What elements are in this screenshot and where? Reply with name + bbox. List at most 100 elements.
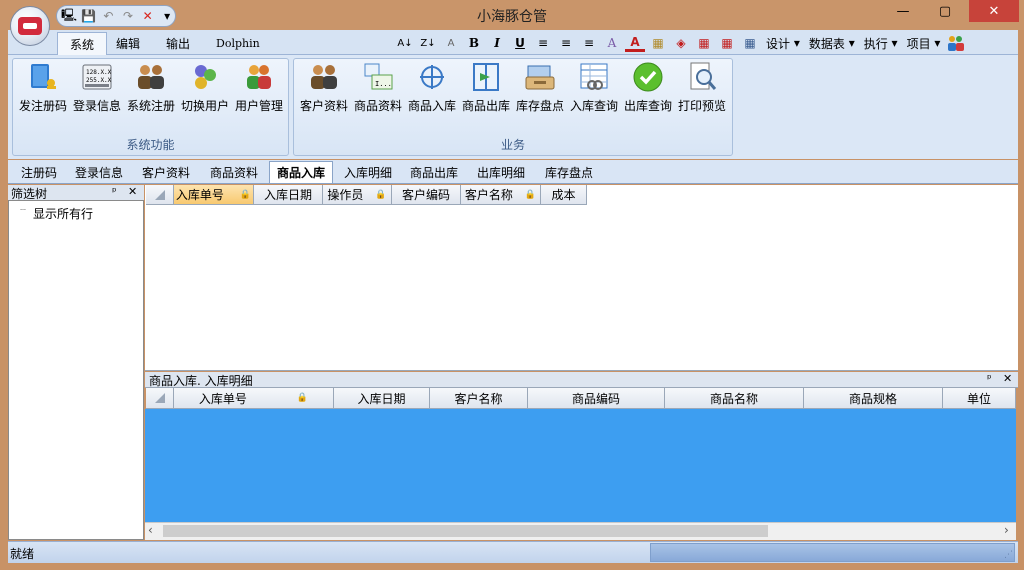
doc-tab-products[interactable]: 商品资料 bbox=[203, 161, 265, 183]
scroll-thumb[interactable] bbox=[163, 525, 768, 537]
issue-regcode-button[interactable]: 发注册码 bbox=[17, 61, 69, 119]
clear-format-icon[interactable]: A bbox=[441, 33, 461, 53]
col-operator[interactable]: 操作员 🔒 bbox=[323, 185, 392, 205]
app-logo-button[interactable] bbox=[10, 6, 50, 46]
detail-grid-corner[interactable] bbox=[146, 388, 174, 409]
system-register-label: 系统注册 bbox=[126, 99, 175, 113]
sort-asc-icon[interactable]: A↓ bbox=[395, 33, 415, 53]
system-register-button[interactable]: 系统注册 bbox=[125, 61, 177, 119]
print-preview-button[interactable]: 打印预览 bbox=[676, 61, 728, 119]
delete-icon[interactable]: ✕ bbox=[140, 7, 156, 25]
border-red-icon[interactable]: ▦ bbox=[694, 33, 714, 53]
query-out-icon bbox=[632, 61, 664, 93]
quick-access-toolbar: 🖳 💾 ↶ ↷ ✕ ▾ bbox=[56, 5, 176, 27]
fill-color-icon[interactable]: ◈ bbox=[671, 33, 691, 53]
tab-edit[interactable]: 编辑 bbox=[104, 32, 152, 55]
detail-col-customer-name[interactable]: 客户名称 bbox=[430, 388, 528, 409]
tree-line-icon: ┄ bbox=[20, 205, 27, 216]
align-left-icon[interactable]: ≡ bbox=[533, 33, 553, 53]
users-register-icon bbox=[135, 61, 167, 93]
detail-col-inbound-no-label: 入库单号 bbox=[198, 391, 247, 406]
pin-icon[interactable]: ᵖ bbox=[112, 185, 117, 198]
product-info-button[interactable]: I... 商品资料 bbox=[352, 61, 404, 119]
main-grid-area bbox=[145, 185, 1018, 371]
scroll-right-icon[interactable]: › bbox=[1004, 523, 1009, 537]
italic-icon[interactable]: I bbox=[487, 33, 507, 53]
datasheet-menu[interactable]: 数据表 ▾ bbox=[806, 33, 858, 53]
col-customer-name[interactable]: 客户名称 🔒 bbox=[461, 185, 541, 205]
status-right-panel bbox=[650, 543, 1015, 562]
customer-info-button[interactable]: 客户资料 bbox=[298, 61, 350, 119]
col-inbound-date[interactable]: 入库日期 bbox=[254, 185, 323, 205]
doc-tab-login-info[interactable]: 登录信息 bbox=[68, 161, 130, 183]
resize-grip-icon[interactable]: ⋰ bbox=[1004, 550, 1013, 560]
align-center-icon[interactable]: ≡ bbox=[556, 33, 576, 53]
stock-out-button[interactable]: 商品出库 bbox=[460, 61, 512, 119]
doc-tab-stock-in-detail[interactable]: 入库明细 bbox=[337, 161, 399, 183]
detail-col-unit[interactable]: 单位 bbox=[943, 388, 1016, 409]
col-inbound-no[interactable]: 入库单号 🔒 bbox=[174, 185, 254, 205]
computer-icon[interactable]: 🖳 bbox=[61, 7, 77, 25]
detail-grid-body[interactable] bbox=[145, 409, 1016, 522]
user-manage-button[interactable]: 用户管理 bbox=[233, 61, 285, 119]
col-cost[interactable]: 成本 bbox=[541, 185, 587, 205]
cell-color-icon[interactable]: ▦ bbox=[648, 33, 668, 53]
detail-col-inbound-date[interactable]: 入库日期 bbox=[334, 388, 430, 409]
product-info-label: 商品资料 bbox=[353, 99, 402, 113]
scroll-left-icon[interactable]: ‹ bbox=[148, 523, 153, 537]
stock-in-button[interactable]: 商品入库 bbox=[406, 61, 458, 119]
sort-desc-icon[interactable]: Z↓ bbox=[418, 33, 438, 53]
table-grid-icon[interactable]: ▦ bbox=[740, 33, 760, 53]
col-customer-code[interactable]: 客户编码 bbox=[392, 185, 461, 205]
detail-pin-icon[interactable]: ᵖ bbox=[987, 372, 992, 385]
undo-icon[interactable]: ↶ bbox=[101, 7, 117, 25]
switch-user-button[interactable]: 切换用户 bbox=[179, 61, 231, 119]
filter-tree-header: 筛选树 ᵖ ✕ bbox=[8, 185, 144, 201]
execute-menu[interactable]: 执行 ▾ bbox=[861, 33, 901, 53]
customize-icon[interactable]: ▾ bbox=[159, 7, 175, 25]
border-line-icon[interactable]: ▦ bbox=[717, 33, 737, 53]
save-icon[interactable]: 💾 bbox=[81, 7, 97, 25]
stock-out-query-button[interactable]: 出库查询 bbox=[622, 61, 674, 119]
tab-system[interactable]: 系统 bbox=[57, 32, 108, 55]
inventory-check-button[interactable]: 库存盘点 bbox=[514, 61, 566, 119]
doc-tab-inventory[interactable]: 库存盘点 bbox=[538, 161, 600, 183]
redo-icon[interactable]: ↷ bbox=[120, 7, 136, 25]
tree-item-show-all[interactable]: 显示所有行 bbox=[33, 205, 93, 222]
font-icon[interactable]: A bbox=[602, 33, 622, 53]
project-menu[interactable]: 项目 ▾ bbox=[904, 33, 944, 53]
underline-icon[interactable]: U bbox=[510, 33, 530, 53]
detail-close-icon[interactable]: ✕ bbox=[1003, 372, 1012, 385]
detail-col-product-spec[interactable]: 商品规格 bbox=[804, 388, 943, 409]
datasheet-menu-label: 数据表 bbox=[808, 36, 845, 51]
doc-tab-regcode[interactable]: 注册码 bbox=[14, 161, 64, 183]
tab-dolphin[interactable]: Dolphin bbox=[204, 32, 272, 55]
print-preview-icon bbox=[686, 61, 718, 93]
inventory-check-label: 库存盘点 bbox=[515, 99, 564, 113]
detail-col-product-name[interactable]: 商品名称 bbox=[665, 388, 804, 409]
login-info-button[interactable]: 128.X.X 255.X.X 登录信息 bbox=[71, 61, 123, 119]
maximize-button[interactable]: ▢ bbox=[928, 0, 962, 22]
design-menu[interactable]: 设计 ▾ bbox=[763, 33, 803, 53]
customers-icon bbox=[308, 61, 340, 93]
bold-icon[interactable]: B bbox=[464, 33, 484, 53]
tab-output[interactable]: 输出 bbox=[154, 32, 202, 55]
detail-col-product-code[interactable]: 商品编码 bbox=[528, 388, 665, 409]
svg-text:128.X.X: 128.X.X bbox=[86, 69, 112, 76]
align-right-icon[interactable]: ≡ bbox=[579, 33, 599, 53]
font-color-icon[interactable]: A bbox=[625, 35, 645, 52]
close-button[interactable]: ✕ bbox=[969, 0, 1019, 22]
users-color-icon[interactable] bbox=[946, 33, 966, 53]
doc-tab-stock-in[interactable]: 商品入库 bbox=[269, 161, 334, 183]
doc-tab-customers[interactable]: 客户资料 bbox=[135, 161, 197, 183]
doc-tab-stock-out[interactable]: 商品出库 bbox=[403, 161, 465, 183]
switch-user-label: 切换用户 bbox=[180, 99, 229, 113]
detail-col-inbound-no[interactable]: 入库单号 🔒 bbox=[174, 388, 334, 409]
grid-corner[interactable] bbox=[146, 185, 174, 205]
key-book-icon bbox=[27, 61, 59, 93]
group-system-functions: 发注册码 128.X.X 255.X.X 登录信息 系统注册 切换用户 用户管理 … bbox=[12, 58, 289, 156]
minimize-button[interactable]: — bbox=[886, 0, 920, 22]
stock-in-query-button[interactable]: 入库查询 bbox=[568, 61, 620, 119]
doc-tab-stock-out-detail[interactable]: 出库明细 bbox=[470, 161, 532, 183]
close-panel-icon[interactable]: ✕ bbox=[128, 185, 137, 198]
